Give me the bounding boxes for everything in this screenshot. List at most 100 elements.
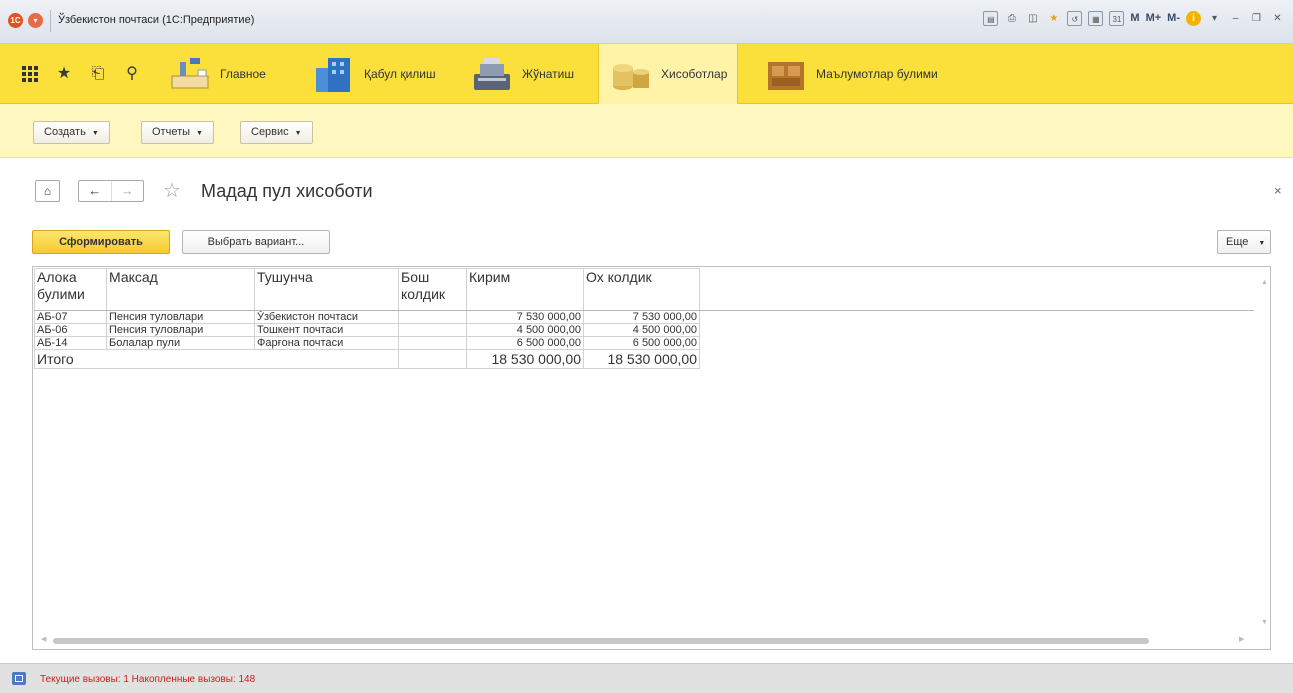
close-window-icon[interactable]: ✕ <box>1270 11 1285 26</box>
server-calls-icon[interactable] <box>12 672 26 685</box>
scrollbar-thumb[interactable] <box>53 638 1149 644</box>
print-icon[interactable]: ⎙ <box>1004 11 1019 26</box>
cell-purpose[interactable]: Пенсия туловлари <box>106 323 255 337</box>
favorite-star-icon[interactable]: ☆ <box>163 178 181 203</box>
cell-purpose[interactable]: Болалар пули <box>106 336 255 350</box>
cell-code[interactable]: АБ-14 <box>34 336 107 350</box>
cell-start-balance[interactable] <box>398 310 467 324</box>
chevron-down-icon: ▼ <box>294 130 302 137</box>
history-clock-icon[interactable]: ⎗ <box>90 65 106 83</box>
more-label: Еще <box>1226 236 1249 248</box>
cell-start-balance[interactable] <box>398 336 467 350</box>
forward-arrow-icon[interactable]: → <box>110 181 144 201</box>
cell-notion[interactable]: Тошкент почтаси <box>254 323 399 337</box>
column-header: Кирим <box>466 268 584 311</box>
cell-notion[interactable]: Фарғона почтаси <box>254 336 399 350</box>
app-logo-icon[interactable]: 1С <box>8 13 23 28</box>
close-icon[interactable]: × <box>1274 183 1282 198</box>
chevron-down-icon: ▼ <box>91 130 99 137</box>
cell-code[interactable]: АБ-06 <box>34 323 107 337</box>
scroll-right-icon[interactable]: ▶ <box>1239 635 1244 643</box>
chevron-down-icon: ▼ <box>1258 240 1266 247</box>
favorites-star-icon[interactable]: ★ <box>56 65 72 83</box>
back-arrow-icon[interactable]: ← <box>79 181 111 201</box>
total-income[interactable]: 18 530 000,00 <box>466 349 584 369</box>
create-menu-button[interactable]: Создать ▼ <box>33 121 110 144</box>
calendar-icon[interactable]: 31 <box>1109 11 1125 26</box>
cell-end-balance[interactable]: 4 500 000,00 <box>583 323 700 337</box>
favorite-icon[interactable]: ★ <box>1046 11 1061 26</box>
column-header: Максад <box>106 268 255 311</box>
column-header: Алока булими <box>34 268 107 311</box>
section-main[interactable]: Главное <box>168 44 266 104</box>
cell-code[interactable]: АБ-07 <box>34 310 107 324</box>
cell-start-balance[interactable] <box>398 323 467 337</box>
section-reports[interactable]: Хисоботлар <box>598 44 738 104</box>
function-bar: Создать ▼ Отчеты ▼ Сервис ▼ <box>0 104 1293 158</box>
cell-notion[interactable]: Ўзбекистон почтаси <box>254 310 399 324</box>
total-row: Итого 18 530 000,00 18 530 000,00 <box>34 349 700 369</box>
section-receiving[interactable]: Қабул қилиш <box>312 44 436 104</box>
total-end-balance[interactable]: 18 530 000,00 <box>583 349 700 369</box>
page-title: Мадад пул хисоботи <box>201 181 373 201</box>
title-toolbar: ▤ ⎙ ◫ ★ ↺ ▦ 31 M M+ M- i ▾ – ❐ ✕ <box>983 11 1285 26</box>
save-icon[interactable]: ▤ <box>983 11 999 26</box>
reports-menu-button[interactable]: Отчеты ▼ <box>141 121 214 144</box>
table-row: АБ-06 Пенсия туловлари Тошкент почтаси 4… <box>34 323 700 337</box>
scroll-up-icon[interactable]: ▲ <box>1261 279 1268 286</box>
report-document[interactable]: Алока булими Максад Тушунча Бош колдик К… <box>32 266 1271 650</box>
search-icon[interactable]: ⚲ <box>124 65 140 83</box>
service-menu-button[interactable]: Сервис ▼ <box>240 121 313 144</box>
section-data[interactable]: Маълумотлар булими <box>764 44 938 104</box>
scroll-down-icon[interactable]: ▼ <box>1261 619 1268 626</box>
home-icon: ⌂ <box>43 184 52 198</box>
horizontal-scrollbar[interactable]: ◀ ▶ <box>41 635 1251 645</box>
all-functions-icon[interactable] <box>22 66 38 82</box>
cell-end-balance[interactable]: 7 530 000,00 <box>583 310 700 324</box>
reports-label: Отчеты <box>152 126 191 138</box>
info-icon[interactable]: i <box>1186 11 1201 26</box>
memory-m-button[interactable]: M <box>1130 11 1139 26</box>
section-label: Қабул қилиш <box>364 67 436 81</box>
preview-icon[interactable]: ◫ <box>1025 11 1040 26</box>
cell-income[interactable]: 4 500 000,00 <box>466 323 584 337</box>
cell-income[interactable]: 7 530 000,00 <box>466 310 584 324</box>
column-header: Тушунча <box>254 268 399 311</box>
cell-end-balance[interactable]: 6 500 000,00 <box>583 336 700 350</box>
section-panel: ★ ⎗ ⚲ Главное Қабул қилиш Жўнатиш Хисобо… <box>0 44 1293 104</box>
generate-button[interactable]: Сформировать <box>32 230 170 254</box>
header-row: Алока булими Максад Тушунча Бош колдик К… <box>34 268 700 311</box>
section-label: Хисоботлар <box>661 67 728 81</box>
column-header: Бош колдик <box>398 268 467 311</box>
main-menu-icon[interactable]: ▾ <box>28 13 43 28</box>
cell-purpose[interactable]: Пенсия туловлари <box>106 310 255 324</box>
calculator-icon[interactable]: ▦ <box>1088 11 1104 26</box>
history-icon[interactable]: ↺ <box>1067 11 1083 26</box>
section-sending[interactable]: Жўнатиш <box>470 44 574 104</box>
section-label: Маълумотлар булими <box>816 67 938 81</box>
status-bar: Текущие вызовы: 1 Накопленные вызовы: 14… <box>0 663 1293 693</box>
cell-income[interactable]: 6 500 000,00 <box>466 336 584 350</box>
nav-icons: ★ ⎗ ⚲ <box>22 65 140 83</box>
home-button[interactable]: ⌂ <box>35 180 60 202</box>
history-nav: ← → <box>78 180 144 202</box>
coins-icon <box>613 64 649 90</box>
dropdown-icon[interactable]: ▾ <box>1207 11 1222 26</box>
select-variant-button[interactable]: Выбрать вариант... <box>182 230 330 254</box>
header-divider <box>34 310 1254 311</box>
memory-plus-button[interactable]: M+ <box>1146 11 1162 26</box>
total-start-balance[interactable] <box>398 349 467 369</box>
section-label: Жўнатиш <box>522 67 574 81</box>
more-button[interactable]: Еще ▼ <box>1217 230 1271 254</box>
total-label[interactable]: Итого <box>34 349 399 369</box>
restore-icon[interactable]: ❐ <box>1249 11 1264 26</box>
table-row: АБ-14 Болалар пули Фарғона почтаси 6 500… <box>34 336 700 350</box>
building-icon <box>316 58 350 92</box>
memory-minus-button[interactable]: M- <box>1167 11 1180 26</box>
minimize-icon[interactable]: – <box>1228 11 1243 26</box>
title-bar: 1С ▾ Ўзбекистон почтаси (1С:Предприятие)… <box>0 0 1293 44</box>
cash-register-icon <box>474 58 510 90</box>
table-row: АБ-07 Пенсия туловлари Ўзбекистон почтас… <box>34 310 700 324</box>
create-label: Создать <box>44 126 86 138</box>
scroll-left-icon[interactable]: ◀ <box>41 635 46 643</box>
